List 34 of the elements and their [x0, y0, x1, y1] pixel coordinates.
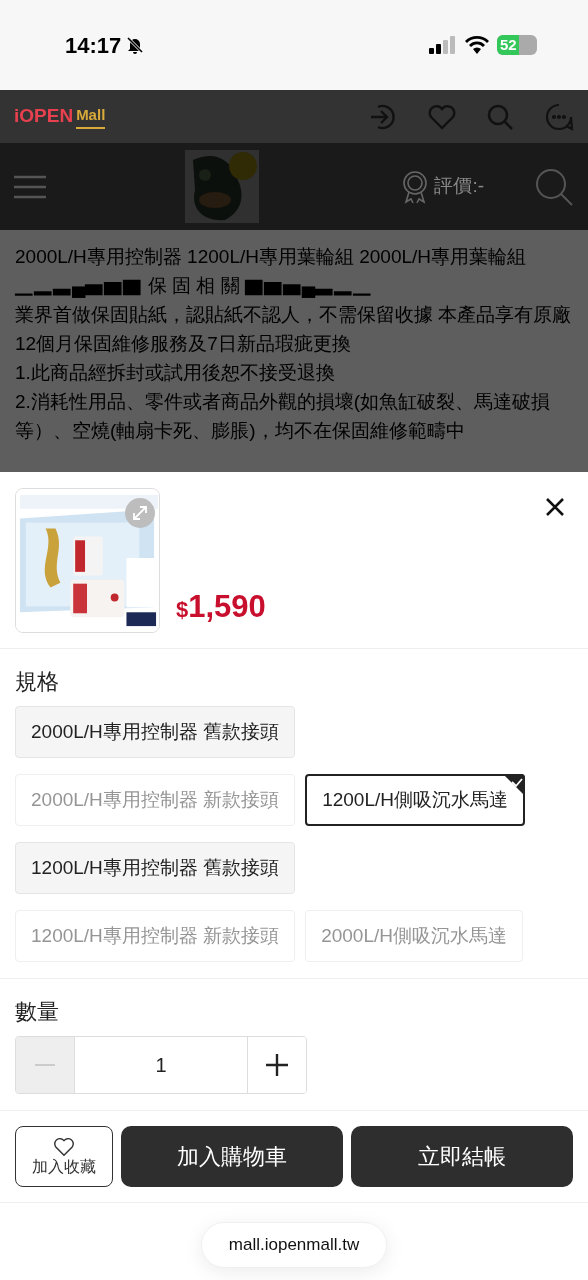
search-icon[interactable] [534, 166, 574, 207]
wifi-icon [465, 36, 489, 54]
plus-icon [266, 1054, 288, 1076]
award-icon [402, 169, 429, 204]
menu-icon[interactable] [14, 174, 46, 199]
checkout-button[interactable]: 立即結帳 [351, 1126, 573, 1187]
url-pill[interactable]: mall.iopenmall.tw [200, 1222, 388, 1268]
rating-text: 評價:- [434, 174, 484, 199]
chat-icon[interactable] [544, 101, 574, 132]
heart-icon [53, 1136, 75, 1157]
price-text: $1,590 [176, 587, 266, 626]
quantity-label: 數量 [15, 998, 60, 1026]
status-time: 14:17 [65, 31, 122, 60]
heart-icon[interactable] [428, 103, 456, 130]
muted-bell-icon [125, 35, 146, 55]
option-button[interactable]: 1200L/H專用控制器 舊款接頭 [15, 842, 296, 894]
description-text: 2.消耗性用品、零件或者商品外觀的損壞(如魚缸破裂、馬達破損等）、空燒(軸扇卡死、膨脹)，均不在保固維修範疇中 [15, 390, 552, 443]
signal-icon [429, 36, 457, 54]
expand-icon[interactable] [125, 498, 155, 528]
favorite-button[interactable]: 加入收藏 [15, 1126, 113, 1187]
site-logo: iOPEN [14, 104, 74, 129]
option-button[interactable]: 2000L/H專用控制器 舊款接頭 [15, 706, 296, 758]
description-text: ▁▂▃▄▅▆▇ 保 固 相 關 ▇▆▅▄▃▂▁ [15, 274, 374, 300]
spec-label: 規格 [15, 668, 60, 696]
description-text: 業界首做保固貼紙，認貼紙不認人，不需保留收據 本產品享有原廠12個月保固維修服務及7日新品瑕疵更換 [15, 303, 573, 356]
battery-indicator: 52 [497, 35, 537, 55]
description-text: 2000L/H專用控制器 1200L/H專用葉輪組 2000L/H專用葉輪組 [15, 245, 528, 269]
option-button[interactable]: 1200L/H側吸沉水馬達 [305, 774, 525, 826]
search-icon[interactable] [486, 102, 514, 131]
close-icon[interactable] [546, 498, 564, 516]
logo-badge: Mall [76, 104, 106, 129]
add-to-cart-button[interactable]: 加入購物車 [121, 1126, 343, 1187]
description-text: 1.此商品經拆封或試用後恕不接受退換 [15, 361, 336, 385]
minus-icon [35, 1063, 55, 1067]
